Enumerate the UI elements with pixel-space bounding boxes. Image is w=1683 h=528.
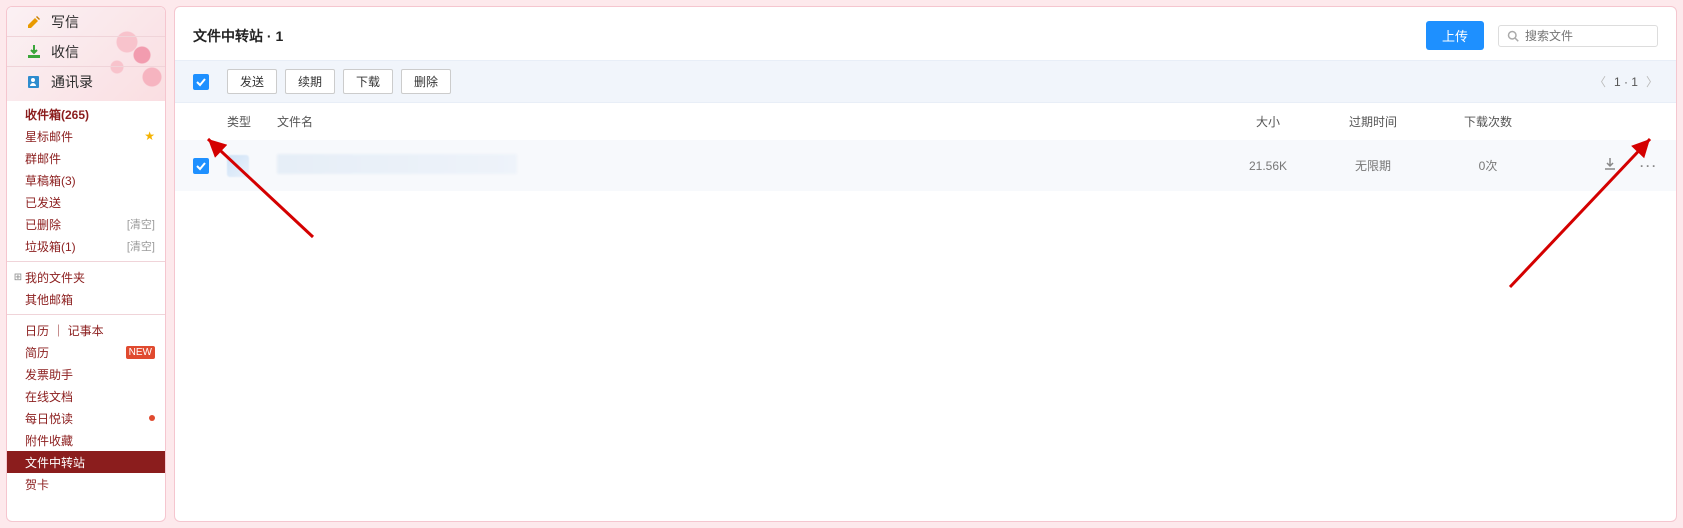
pager-next[interactable]: 〉: [1646, 73, 1658, 90]
search-box[interactable]: [1498, 25, 1658, 47]
nav-starred[interactable]: 星标邮件 ★: [7, 125, 165, 147]
sidebar-nav: 收件箱(265) 星标邮件 ★ 群邮件 草稿箱(3) 已发送 已删除 [清空] …: [7, 97, 165, 521]
nav-othermail[interactable]: 其他邮箱: [7, 288, 165, 310]
select-all-checkbox[interactable]: [193, 74, 209, 90]
send-button[interactable]: 发送: [227, 69, 277, 94]
search-icon: [1507, 30, 1519, 42]
col-expire: 过期时间: [1318, 113, 1428, 130]
row-size: 21.56K: [1218, 159, 1318, 173]
sidebar: 写信 收信 通讯录 收件箱(265) 星标邮件 ★: [6, 6, 166, 522]
delete-button[interactable]: 删除: [401, 69, 451, 94]
star-icon: ★: [144, 129, 155, 143]
nav-inbox[interactable]: 收件箱(265): [7, 103, 165, 125]
file-name-redacted: [277, 154, 517, 174]
new-badge: NEW: [126, 346, 155, 359]
col-dlcount: 下载次数: [1428, 113, 1548, 130]
receive-button[interactable]: 收信: [7, 37, 165, 67]
nav-spam[interactable]: 垃圾箱(1) [清空]: [7, 235, 165, 257]
pager-text: 1 · 1: [1614, 75, 1638, 89]
nav-dailyread[interactable]: 每日悦读: [7, 407, 165, 429]
nav-myfolders[interactable]: ⊞ 我的文件夹: [7, 266, 165, 288]
col-size: 大小: [1218, 113, 1318, 130]
nav-deleted-clear[interactable]: [清空]: [127, 216, 155, 232]
main-panel: 文件中转站 · 1 上传 发送 续期 下载 删除 〈 1 · 1 〉: [174, 6, 1677, 522]
nav-separator: [7, 261, 165, 262]
pager-prev[interactable]: 〈: [1594, 73, 1606, 90]
download-button[interactable]: 下载: [343, 69, 393, 94]
upload-button[interactable]: 上传: [1426, 21, 1484, 50]
receive-label: 收信: [51, 42, 79, 62]
nav-calendar-notes[interactable]: 日历 ｜ 记事本: [7, 319, 165, 341]
row-expire: 无限期: [1318, 157, 1428, 174]
nav-resume[interactable]: 简历 NEW: [7, 341, 165, 363]
download-icon[interactable]: [1602, 156, 1618, 175]
page-title: 文件中转站 · 1: [193, 26, 283, 46]
more-icon[interactable]: ···: [1640, 159, 1658, 173]
table-header: 类型 文件名 大小 过期时间 下载次数: [175, 103, 1676, 140]
file-thumbnail: [227, 155, 249, 177]
sidebar-top: 写信 收信 通讯录: [7, 7, 165, 97]
nav-separator: [7, 314, 165, 315]
nav-onlinedoc[interactable]: 在线文档: [7, 385, 165, 407]
toolbar: 发送 续期 下载 删除 〈 1 · 1 〉: [175, 60, 1676, 103]
unread-dot-icon: [149, 415, 155, 421]
contacts-label: 通讯录: [51, 72, 93, 92]
pager: 〈 1 · 1 〉: [1594, 73, 1658, 90]
nav-filestation[interactable]: 文件中转站: [7, 451, 165, 473]
nav-ecard[interactable]: 贺卡: [7, 473, 165, 495]
compose-label: 写信: [51, 12, 79, 32]
compose-button[interactable]: 写信: [7, 7, 165, 37]
inbox-icon: [25, 43, 43, 61]
contacts-button[interactable]: 通讯录: [7, 67, 165, 97]
renew-button[interactable]: 续期: [285, 69, 335, 94]
nav-spam-clear[interactable]: [清空]: [127, 238, 155, 254]
main-header: 文件中转站 · 1 上传: [175, 7, 1676, 60]
col-name: 文件名: [277, 113, 1218, 130]
nav-deleted[interactable]: 已删除 [清空]: [7, 213, 165, 235]
nav-groupmail[interactable]: 群邮件: [7, 147, 165, 169]
nav-invoice[interactable]: 发票助手: [7, 363, 165, 385]
col-type: 类型: [227, 113, 277, 130]
search-input[interactable]: [1525, 29, 1649, 43]
row-checkbox[interactable]: [193, 158, 209, 174]
nav-drafts[interactable]: 草稿箱(3): [7, 169, 165, 191]
nav-attachments[interactable]: 附件收藏: [7, 429, 165, 451]
table-row[interactable]: 21.56K 无限期 0次 ···: [175, 140, 1676, 191]
compose-icon: [25, 13, 43, 31]
nav-sent[interactable]: 已发送: [7, 191, 165, 213]
row-dlcount: 0次: [1428, 157, 1548, 174]
expand-icon[interactable]: ⊞: [13, 272, 23, 283]
contacts-icon: [25, 73, 43, 91]
